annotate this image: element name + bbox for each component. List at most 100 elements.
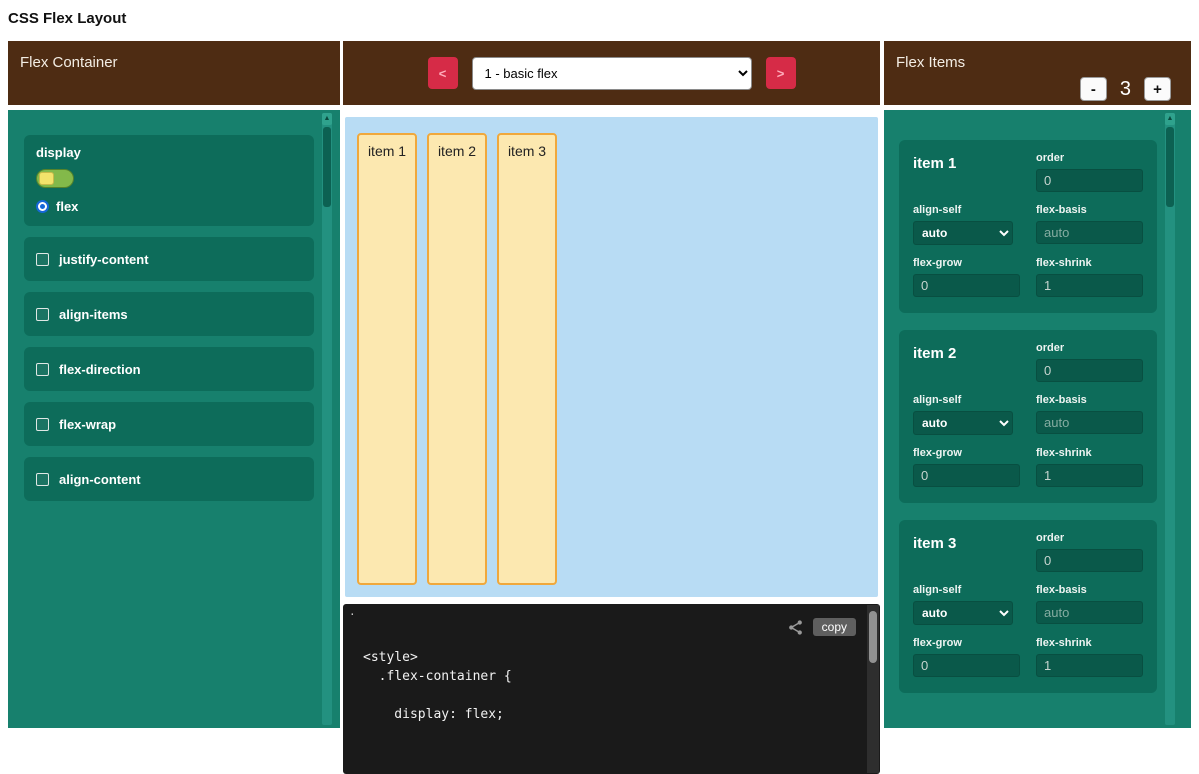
- flex-grow-label: flex-grow: [913, 447, 1020, 459]
- item-card-3: item 3 order align-self auto flex-basis …: [899, 520, 1157, 693]
- flex-grow-input[interactable]: [913, 464, 1020, 487]
- align-self-field: align-self auto: [913, 394, 1020, 435]
- flex-radio-label: flex: [56, 199, 78, 214]
- scrollbar-thumb[interactable]: [1166, 127, 1174, 207]
- left-panel-scrollbar[interactable]: ▲: [322, 113, 332, 725]
- share-icon[interactable]: [787, 619, 804, 636]
- flex-shrink-label: flex-shrink: [1036, 257, 1143, 269]
- align-self-label: align-self: [913, 584, 1020, 596]
- flex-container-title: Flex Container: [20, 54, 118, 71]
- flex-grow-input[interactable]: [913, 654, 1020, 677]
- item-count: 3: [1120, 78, 1131, 101]
- code-scrollbar[interactable]: [867, 605, 879, 773]
- code-panel: . copy <style> .flex-container { display…: [343, 604, 880, 774]
- option-align-items[interactable]: align-items: [24, 292, 314, 336]
- flex-shrink-input[interactable]: [1036, 464, 1143, 487]
- flex-items-column: Flex Items - 3 + item 1 order align-self…: [884, 41, 1191, 728]
- code-toolbar: copy: [787, 618, 856, 636]
- preview-item-2: item 2: [427, 133, 487, 585]
- flex-basis-input[interactable]: [1036, 411, 1143, 434]
- flex-basis-label: flex-basis: [1036, 394, 1143, 406]
- preview-item-3: item 3: [497, 133, 557, 585]
- order-field: order: [1036, 532, 1143, 572]
- flex-container-header: Flex Container: [8, 41, 340, 105]
- item-name: item 3: [913, 532, 1020, 572]
- option-align-content[interactable]: align-content: [24, 457, 314, 501]
- scrollbar-thumb[interactable]: [323, 127, 331, 207]
- code-bullet: .: [349, 605, 356, 618]
- flex-basis-label: flex-basis: [1036, 584, 1143, 596]
- example-nav-header: < 1 - basic flex >: [343, 41, 880, 105]
- justify-content-label: justify-content: [59, 252, 149, 267]
- align-items-checkbox[interactable]: [36, 308, 49, 321]
- flex-shrink-input[interactable]: [1036, 274, 1143, 297]
- order-input[interactable]: [1036, 359, 1143, 382]
- option-justify-content[interactable]: justify-content: [24, 237, 314, 281]
- flex-items-panel: item 1 order align-self auto flex-basis …: [884, 110, 1191, 728]
- add-item-button[interactable]: +: [1144, 77, 1171, 101]
- flex-radio-row[interactable]: flex: [36, 199, 302, 214]
- preview-column: < 1 - basic flex > item 1 item 2 item 3 …: [343, 41, 880, 774]
- flex-basis-input[interactable]: [1036, 601, 1143, 624]
- flex-basis-input[interactable]: [1036, 221, 1143, 244]
- item-name: item 1: [913, 152, 1020, 192]
- order-label: order: [1036, 152, 1143, 164]
- align-content-label: align-content: [59, 472, 141, 487]
- flex-items-header: Flex Items - 3 +: [884, 41, 1191, 105]
- scroll-up-icon[interactable]: ▲: [322, 113, 332, 125]
- display-label: display: [36, 145, 302, 160]
- order-field: order: [1036, 152, 1143, 192]
- order-label: order: [1036, 532, 1143, 544]
- copy-button[interactable]: copy: [813, 618, 856, 636]
- code-line: [363, 686, 860, 705]
- flex-wrap-checkbox[interactable]: [36, 418, 49, 431]
- flex-grow-input[interactable]: [913, 274, 1020, 297]
- order-input[interactable]: [1036, 549, 1143, 572]
- flex-basis-field: flex-basis: [1036, 394, 1143, 435]
- display-card: display flex: [24, 135, 314, 226]
- display-toggle[interactable]: [36, 169, 74, 188]
- flex-container-column: Flex Container display flex justify-cont…: [8, 41, 340, 728]
- flex-grow-label: flex-grow: [913, 257, 1020, 269]
- order-input[interactable]: [1036, 169, 1143, 192]
- example-select[interactable]: 1 - basic flex: [472, 57, 752, 90]
- option-flex-wrap[interactable]: flex-wrap: [24, 402, 314, 446]
- flex-grow-field: flex-grow: [913, 257, 1020, 297]
- prev-example-button[interactable]: <: [428, 57, 458, 89]
- flex-shrink-field: flex-shrink: [1036, 637, 1143, 677]
- scroll-up-icon[interactable]: ▲: [1165, 113, 1175, 125]
- align-self-field: align-self auto: [913, 584, 1020, 625]
- align-self-label: align-self: [913, 204, 1020, 216]
- flex-radio[interactable]: [36, 200, 49, 213]
- flex-shrink-label: flex-shrink: [1036, 637, 1143, 649]
- flex-grow-field: flex-grow: [913, 637, 1020, 677]
- flex-items-title: Flex Items: [896, 54, 965, 71]
- option-flex-direction[interactable]: flex-direction: [24, 347, 314, 391]
- scrollbar-thumb[interactable]: [869, 611, 877, 663]
- remove-item-button[interactable]: -: [1080, 77, 1107, 101]
- flex-direction-label: flex-direction: [59, 362, 141, 377]
- item-card-2: item 2 order align-self auto flex-basis …: [899, 330, 1157, 503]
- align-items-label: align-items: [59, 307, 128, 322]
- flex-basis-label: flex-basis: [1036, 204, 1143, 216]
- align-self-select[interactable]: auto: [913, 221, 1013, 245]
- flex-shrink-field: flex-shrink: [1036, 257, 1143, 297]
- item-card-1: item 1 order align-self auto flex-basis …: [899, 140, 1157, 313]
- flex-container-panel: display flex justify-content align-items…: [8, 110, 340, 728]
- align-content-checkbox[interactable]: [36, 473, 49, 486]
- flex-shrink-input[interactable]: [1036, 654, 1143, 677]
- flex-grow-field: flex-grow: [913, 447, 1020, 487]
- next-example-button[interactable]: >: [766, 57, 796, 89]
- order-field: order: [1036, 342, 1143, 382]
- justify-content-checkbox[interactable]: [36, 253, 49, 266]
- align-self-select[interactable]: auto: [913, 601, 1013, 625]
- align-self-field: align-self auto: [913, 204, 1020, 245]
- flex-shrink-field: flex-shrink: [1036, 447, 1143, 487]
- code-line: <style>: [363, 648, 860, 667]
- flex-direction-checkbox[interactable]: [36, 363, 49, 376]
- item-name: item 2: [913, 342, 1020, 382]
- right-panel-scrollbar[interactable]: ▲: [1165, 113, 1175, 725]
- align-self-select[interactable]: auto: [913, 411, 1013, 435]
- preview-item-1: item 1: [357, 133, 417, 585]
- flex-preview-container: item 1 item 2 item 3: [345, 117, 878, 597]
